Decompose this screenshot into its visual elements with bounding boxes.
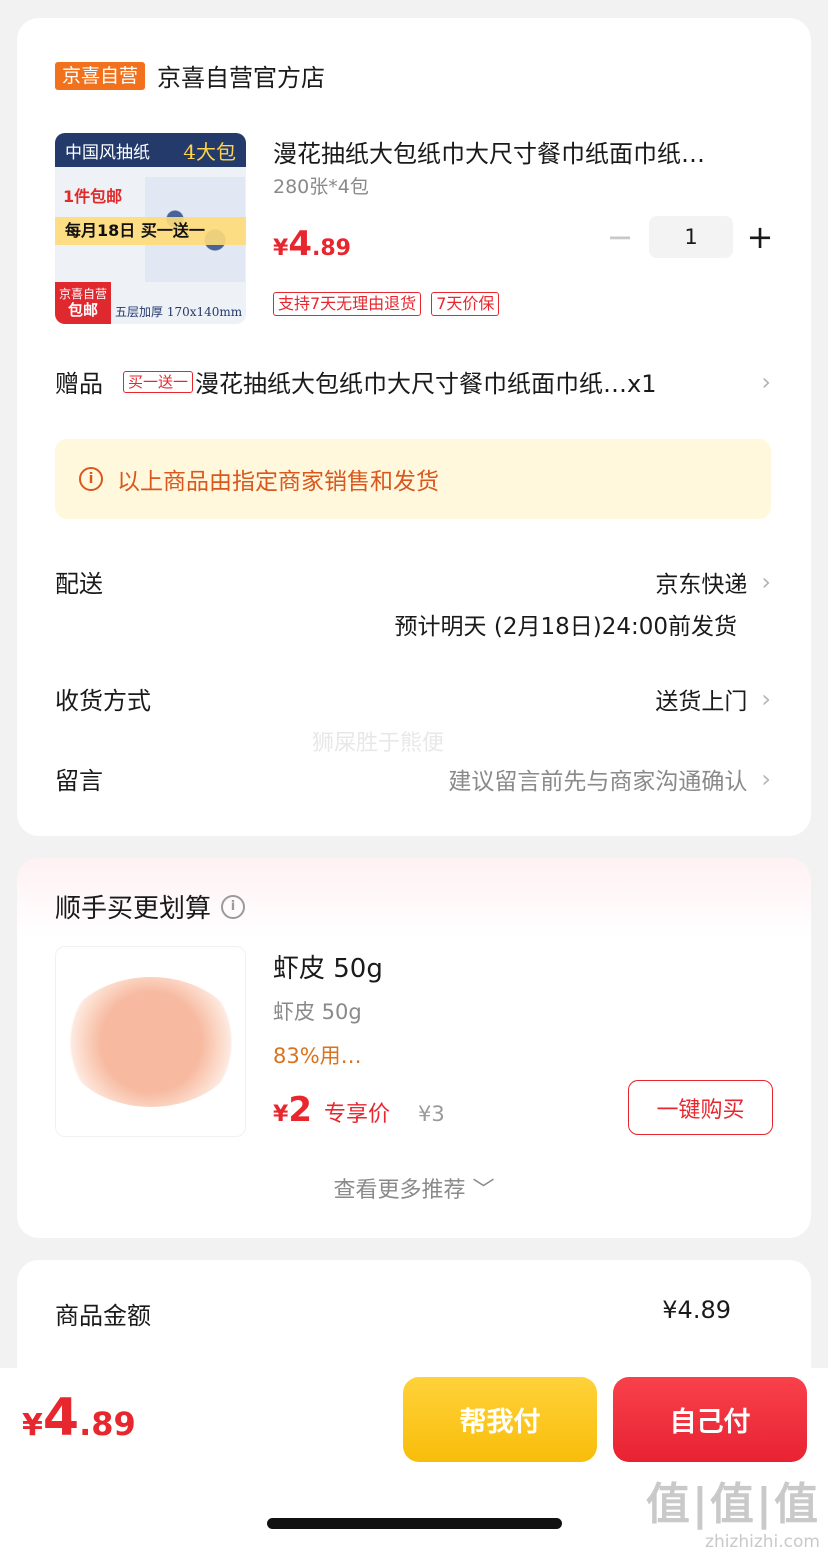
exclusive-price-label: 专享价 bbox=[323, 1102, 390, 1127]
delivery-value-group: 京东快递 › bbox=[655, 565, 771, 599]
receive-method-row[interactable]: 收货方式 送货上门 › bbox=[55, 681, 771, 716]
image-watermark: 狮屎胜于熊便 bbox=[312, 731, 445, 756]
delivery-label: 配送 bbox=[55, 570, 103, 598]
thumb-promo: 1件包邮 bbox=[63, 187, 123, 206]
site-watermark-url: zhizhizhi.com bbox=[705, 1532, 820, 1547]
recommend-card: 顺手买更划算 i 虾皮 50g 虾皮 50g 83%用… ¥2 专享价 ¥3 一… bbox=[17, 858, 811, 1238]
checkout-bar: ¥4.89 帮我付 自己付 值|值|值 zhizhizhi.com bbox=[0, 1368, 828, 1547]
thumb-header-right: 4大包 bbox=[183, 139, 236, 164]
quantity-field[interactable]: 1 bbox=[649, 216, 733, 258]
shop-header[interactable]: 京喜自营 京喜自营官方店 bbox=[55, 58, 325, 93]
recommend-name[interactable]: 虾皮 50g bbox=[273, 948, 383, 985]
notice-text: 以上商品由指定商家销售和发货 bbox=[117, 469, 439, 495]
return-policy-tag: 支持7天无理由退货 bbox=[273, 292, 422, 316]
recommend-spec: 虾皮 50g bbox=[273, 1000, 362, 1024]
price-integer: 4 bbox=[42, 1388, 80, 1448]
gift-label: 赠品 bbox=[55, 370, 103, 398]
recommend-thumbnail[interactable] bbox=[55, 946, 246, 1137]
shop-name[interactable]: 京喜自营官方店 bbox=[157, 58, 325, 93]
amount-row: 商品金额 ¥4.89 bbox=[55, 1296, 731, 1331]
chevron-right-icon: › bbox=[761, 567, 771, 596]
receive-value-group: 送货上门 › bbox=[655, 682, 771, 716]
home-indicator[interactable] bbox=[267, 1518, 562, 1529]
more-recommend-link[interactable]: 查看更多推荐 ﹀ bbox=[17, 1172, 811, 1204]
thumb-red-badge-line2: 包邮 bbox=[67, 301, 98, 319]
amount-label: 商品金额 bbox=[55, 1302, 151, 1330]
self-operated-badge: 京喜自营 bbox=[55, 61, 146, 90]
site-watermark: 值|值|值 zhizhizhi.com bbox=[646, 1468, 820, 1547]
receive-label: 收货方式 bbox=[55, 687, 151, 715]
help-pay-button[interactable]: 帮我付 bbox=[403, 1377, 597, 1462]
delivery-value: 京东快递 bbox=[655, 571, 748, 598]
price-protect-tag: 7天价保 bbox=[431, 292, 500, 316]
thumb-size-text: 五层加厚 170x140mm bbox=[115, 305, 243, 319]
original-price: ¥3 bbox=[418, 1102, 445, 1126]
product-spec: 280张*4包 bbox=[273, 176, 369, 198]
chevron-right-icon: › bbox=[761, 367, 771, 396]
message-placeholder: 建议留言前先与商家沟通确认 bbox=[448, 768, 748, 795]
chevron-right-icon: › bbox=[761, 684, 771, 713]
self-pay-button[interactable]: 自己付 bbox=[613, 1377, 807, 1462]
message-value-group: 建议留言前先与商家沟通确认 › bbox=[448, 762, 771, 796]
price-currency: ¥ bbox=[273, 1102, 289, 1127]
thumb-red-badge: 京喜自营 包邮 bbox=[55, 282, 111, 324]
plus-icon[interactable]: + bbox=[745, 218, 775, 256]
chevron-right-icon: › bbox=[761, 764, 771, 793]
site-watermark-logo: 值|值|值 bbox=[645, 1479, 820, 1530]
price-currency: ¥ bbox=[273, 236, 289, 261]
product-thumbnail[interactable]: 中国风抽纸 4大包 1件包邮 每月18日 买一送一 京喜自营 包邮 五层加厚 1… bbox=[55, 133, 246, 324]
recommend-header: 顺手买更划算 i bbox=[55, 888, 246, 925]
message-row[interactable]: 留言 建议留言前先与商家沟通确认 › bbox=[55, 761, 771, 796]
recommend-rate: 83%用… bbox=[273, 1044, 362, 1068]
service-tags: 支持7天无理由退货 7天价保 bbox=[273, 292, 500, 316]
gift-text: 漫花抽纸大包纸巾大尺寸餐巾纸面巾纸…x1 bbox=[195, 370, 657, 398]
delivery-eta: 预计明天 (2月18日)24:00前发货 bbox=[394, 614, 737, 640]
price-decimal: .89 bbox=[79, 1405, 136, 1443]
one-click-buy-button[interactable]: 一键购买 bbox=[628, 1080, 773, 1135]
recommend-price: ¥2 专享价 ¥3 bbox=[273, 1090, 445, 1130]
shrimp-image bbox=[62, 977, 240, 1107]
thumb-band: 每月18日 买一送一 bbox=[55, 217, 246, 245]
amount-value: ¥4.89 bbox=[662, 1296, 731, 1324]
receive-value: 送货上门 bbox=[655, 688, 748, 715]
order-card: 京喜自营 京喜自营官方店 中国风抽纸 4大包 1件包邮 每月18日 买一送一 京… bbox=[17, 18, 811, 836]
delivery-row[interactable]: 配送 京东快递 › bbox=[55, 564, 771, 599]
price-decimal: .89 bbox=[311, 236, 351, 261]
minus-icon[interactable]: − bbox=[605, 218, 635, 256]
thumb-header-left: 中国风抽纸 bbox=[65, 142, 150, 163]
price-integer: 2 bbox=[288, 1090, 312, 1130]
info-icon[interactable]: i bbox=[221, 894, 246, 919]
message-label: 留言 bbox=[55, 767, 103, 795]
recommend-title: 顺手买更划算 bbox=[55, 894, 212, 924]
thumb-header: 中国风抽纸 4大包 bbox=[55, 133, 246, 167]
gift-tag: 买一送一 bbox=[123, 370, 194, 393]
product-price: ¥4.89 bbox=[273, 224, 351, 264]
thumb-red-badge-line1: 京喜自营 bbox=[58, 287, 107, 301]
info-icon: i bbox=[79, 467, 103, 491]
price-integer: 4 bbox=[288, 224, 312, 264]
total-price: ¥4.89 bbox=[22, 1388, 136, 1448]
gift-row[interactable]: 赠品 买一送一 漫花抽纸大包纸巾大尺寸餐巾纸面巾纸…x1 › bbox=[55, 364, 771, 399]
price-currency: ¥ bbox=[22, 1408, 43, 1443]
seller-notice: i 以上商品由指定商家销售和发货 bbox=[55, 439, 771, 519]
product-title[interactable]: 漫花抽纸大包纸巾大尺寸餐巾纸面巾纸… bbox=[273, 134, 773, 169]
quantity-stepper: − 1 + bbox=[605, 216, 775, 258]
